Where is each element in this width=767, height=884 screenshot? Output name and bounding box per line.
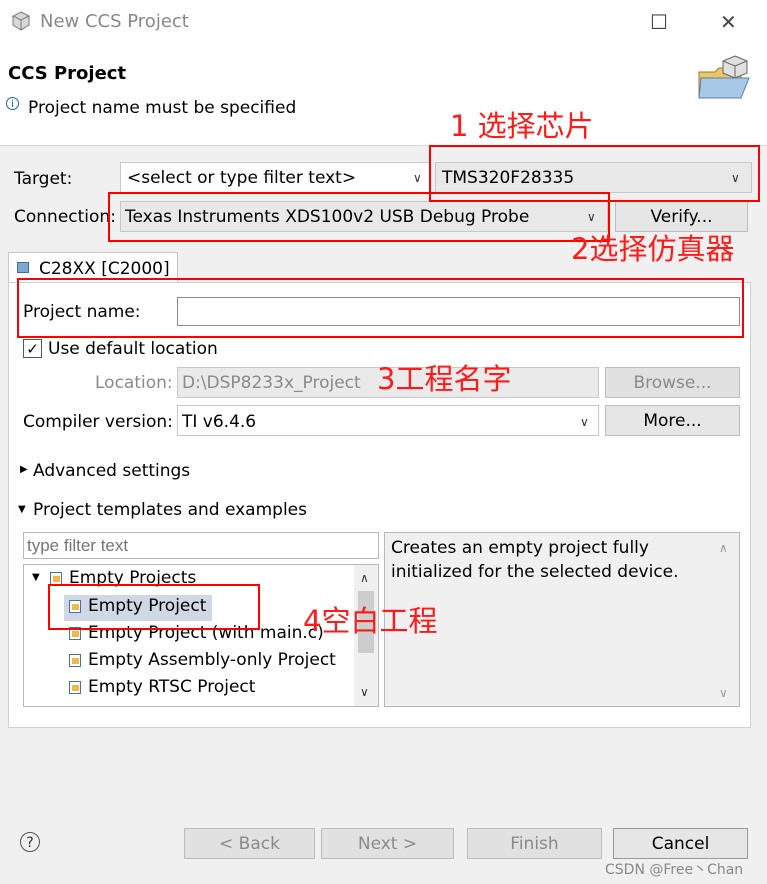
annotation-2: 2选择仿真器 bbox=[571, 232, 735, 266]
app-cube-icon bbox=[11, 11, 31, 31]
template-filter-input[interactable] bbox=[23, 532, 379, 559]
templates-section-toggle[interactable]: Project templates and examples bbox=[33, 500, 307, 520]
chevron-right-icon[interactable]: ▶ bbox=[20, 464, 28, 475]
compiler-value: TI v6.4.6 bbox=[182, 412, 257, 432]
tab-label: C28XX [C2000] bbox=[39, 259, 170, 279]
advanced-settings-toggle[interactable]: Advanced settings bbox=[33, 461, 190, 481]
chip-icon bbox=[17, 262, 29, 273]
watermark: CSDN @Free丶Chan bbox=[605, 862, 744, 878]
back-button[interactable]: < Back bbox=[184, 828, 315, 859]
chevron-up-icon[interactable]: ∧ bbox=[719, 541, 728, 555]
tree-item-empty-assembly[interactable]: Empty Assembly-only Project bbox=[88, 650, 336, 670]
close-button[interactable]: ✕ bbox=[720, 10, 737, 34]
annotation-box-empty bbox=[48, 584, 260, 630]
annotation-1: 1 选择芯片 bbox=[450, 109, 594, 143]
annotation-4: 4空白工程 bbox=[303, 604, 438, 638]
next-button[interactable]: Next > bbox=[321, 828, 454, 859]
chevron-down-icon[interactable]: ∨ bbox=[719, 686, 728, 700]
chevron-down-icon: ∨ bbox=[580, 415, 589, 429]
page-title: CCS Project bbox=[8, 63, 127, 84]
window-title: New CCS Project bbox=[40, 11, 189, 32]
connection-label: Connection: bbox=[14, 207, 116, 227]
browse-button[interactable]: Browse... bbox=[605, 367, 740, 398]
target-filter-text: <select or type filter text> bbox=[127, 168, 357, 188]
status-message: Project name must be specified bbox=[28, 98, 297, 118]
chevron-down-icon: ∨ bbox=[413, 171, 422, 185]
annotation-box-probe bbox=[108, 192, 610, 242]
template-icon bbox=[69, 681, 81, 694]
maximize-button[interactable]: ☐ bbox=[650, 10, 668, 34]
target-label: Target: bbox=[14, 169, 73, 189]
location-value: D:\DSP8233x_Project bbox=[182, 373, 361, 393]
tree-item-empty-rtsc[interactable]: Empty RTSC Project bbox=[88, 677, 255, 697]
help-button[interactable]: ? bbox=[20, 832, 40, 852]
cancel-button[interactable]: Cancel bbox=[613, 828, 748, 859]
chevron-down-icon[interactable]: ∨ bbox=[360, 685, 369, 699]
more-button[interactable]: More... bbox=[605, 405, 740, 436]
finish-button[interactable]: Finish bbox=[467, 828, 602, 859]
target-filter-combo[interactable]: <select or type filter text> ∨ bbox=[120, 162, 430, 193]
compiler-label: Compiler version: bbox=[23, 412, 173, 432]
annotation-box-name bbox=[17, 278, 744, 338]
info-icon: i bbox=[6, 97, 19, 110]
help-icon: ? bbox=[26, 835, 34, 851]
annotation-3: 3工程名字 bbox=[377, 362, 512, 396]
description-line-1: Creates an empty project fully bbox=[391, 538, 649, 558]
folder-cube-icon bbox=[695, 52, 755, 104]
use-default-checkbox[interactable]: ✓ bbox=[23, 339, 42, 358]
title-bar: New CCS Project ☐ ✕ bbox=[0, 0, 767, 44]
template-icon bbox=[69, 654, 81, 667]
compiler-combo[interactable]: TI v6.4.6 ∨ bbox=[177, 405, 599, 436]
chevron-down-icon[interactable]: ▼ bbox=[18, 504, 26, 515]
description-line-2: initialized for the selected device. bbox=[391, 562, 679, 582]
wizard-header: CCS Project i Project name must be speci… bbox=[0, 44, 767, 146]
location-label: Location: bbox=[95, 373, 173, 393]
chevron-down-icon[interactable]: ▼ bbox=[32, 572, 40, 583]
use-default-label: Use default location bbox=[48, 339, 218, 359]
chevron-up-icon[interactable]: ∧ bbox=[360, 571, 369, 585]
